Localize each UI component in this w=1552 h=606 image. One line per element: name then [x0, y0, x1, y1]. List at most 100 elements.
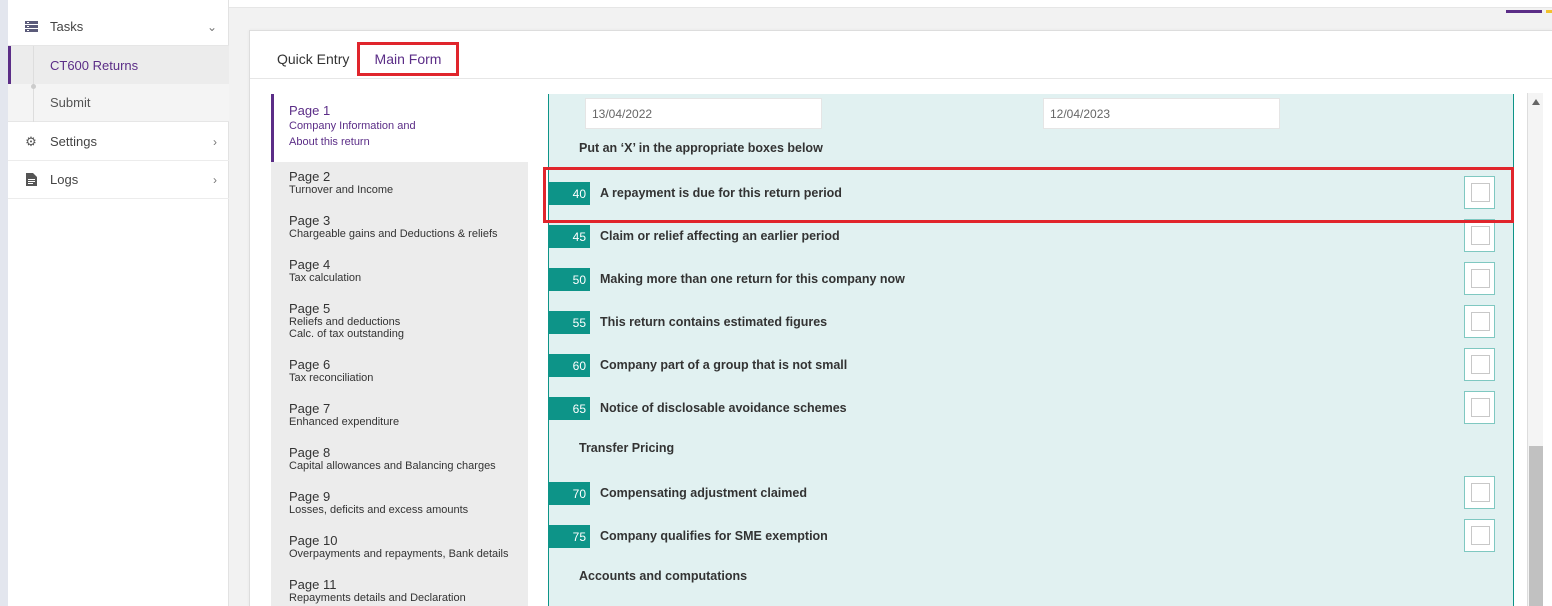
- page-title: Page 8: [289, 445, 331, 460]
- form-scrollbar[interactable]: [1527, 93, 1543, 606]
- page-subtitle: Company Information and About this retur…: [289, 120, 416, 148]
- page-item-2[interactable]: Page 2 Turnover and Income: [271, 169, 528, 196]
- sidebar-item-ct600-returns[interactable]: CT600 Returns: [8, 46, 229, 84]
- form-row-50: 50 Making more than one return for this …: [549, 262, 1513, 302]
- page-item-6[interactable]: Page 6 Tax reconciliation: [271, 357, 528, 384]
- page-item-9[interactable]: Page 9 Losses, deficits and excess amoun…: [271, 489, 528, 516]
- box-number: 70: [549, 482, 590, 505]
- box-number: 50: [549, 268, 590, 291]
- page-subtitle: Turnover and Income: [289, 184, 394, 196]
- form-row-65: 65 Notice of disclosable avoidance schem…: [549, 391, 1513, 431]
- page-item-10[interactable]: Page 10 Overpayments and repayments, Ban…: [271, 533, 528, 560]
- section-heading-transfer-pricing: Transfer Pricing: [579, 441, 675, 455]
- left-edge-strip: [0, 0, 8, 606]
- document-icon: [24, 173, 38, 187]
- box-50-checkbox[interactable]: [1464, 262, 1495, 295]
- submenu-tree-line: [31, 46, 36, 122]
- top-accent-bar: [1506, 10, 1542, 13]
- box-label: Making more than one return for this com…: [600, 272, 905, 286]
- box-number: 60: [549, 354, 590, 377]
- form-row-75: 75 Company qualifies for SME exemption: [549, 519, 1513, 559]
- page-title: Page 3: [289, 213, 331, 228]
- box-75-checkbox[interactable]: [1464, 519, 1495, 552]
- sidebar-item-submit[interactable]: Submit: [8, 84, 229, 122]
- pages-list: Page 1 Company Information and About thi…: [271, 94, 528, 606]
- sidebar-item-logs[interactable]: Logs ›: [8, 161, 229, 199]
- box-label: Company part of a group that is not smal…: [600, 358, 848, 372]
- form-row-55: 55 This return contains estimated figure…: [549, 305, 1513, 345]
- section-heading-boxes: Put an ‘X’ in the appropriate boxes belo…: [579, 141, 823, 155]
- box-label: Notice of disclosable avoidance schemes: [600, 401, 847, 415]
- tab-quick-entry[interactable]: Quick Entry: [277, 51, 349, 67]
- tab-main-form[interactable]: Main Form: [357, 42, 459, 76]
- sidebar-item-tasks-label: Tasks: [50, 19, 84, 34]
- page-title: Page 2: [289, 169, 331, 184]
- page-item-3[interactable]: Page 3 Chargeable gains and Deductions &…: [271, 213, 528, 240]
- main-panel: Quick Entry Main Form Page 1 Company Inf…: [249, 30, 1552, 606]
- page-subtitle: Overpayments and repayments, Bank detail…: [289, 548, 509, 560]
- page-subtitle: Enhanced expenditure: [289, 416, 400, 428]
- period-end-date-field[interactable]: 12/04/2023: [1043, 98, 1280, 129]
- chevron-down-icon: ⌄: [206, 19, 217, 34]
- page-subtitle: Tax calculation: [289, 272, 362, 284]
- page-subtitle: Losses, deficits and excess amounts: [289, 504, 469, 516]
- box-40-checkbox[interactable]: [1464, 176, 1495, 209]
- box-number: 45: [549, 225, 590, 248]
- page-title: Page 7: [289, 401, 331, 416]
- box-65-checkbox[interactable]: [1464, 391, 1495, 424]
- page-item-7[interactable]: Page 7 Enhanced expenditure: [271, 401, 528, 428]
- box-number: 40: [549, 182, 590, 205]
- chevron-right-icon: ›: [213, 172, 217, 187]
- form-row-60: 60 Company part of a group that is not s…: [549, 348, 1513, 388]
- page-item-8[interactable]: Page 8 Capital allowances and Balancing …: [271, 445, 528, 472]
- top-bar: [229, 0, 1552, 8]
- scroll-up-arrow-icon[interactable]: [1532, 99, 1540, 105]
- box-number: 55: [549, 311, 590, 334]
- sidebar-item-logs-label: Logs: [50, 172, 79, 187]
- box-number: 75: [549, 525, 590, 548]
- box-label: Company qualifies for SME exemption: [600, 529, 828, 543]
- sidebar-item-submit-label: Submit: [50, 95, 91, 110]
- sidebar-item-settings[interactable]: ⚙ Settings ›: [8, 123, 229, 161]
- page-title: Page 11: [289, 577, 337, 592]
- page-title: Page 1: [289, 103, 331, 118]
- main-form-area: 13/04/2022 12/04/2023 Put an ‘X’ in the …: [548, 94, 1514, 606]
- box-45-checkbox[interactable]: [1464, 219, 1495, 252]
- page-subtitle: Calc. of tax outstanding: [289, 328, 404, 340]
- sidebar-item-ct600-label: CT600 Returns: [50, 57, 139, 73]
- scrollbar-thumb[interactable]: [1529, 446, 1543, 606]
- page-subtitle: Chargeable gains and Deductions & relief…: [289, 228, 498, 240]
- page-subtitle: Reliefs and deductions: [289, 316, 401, 328]
- page-subtitle: Repayments details and Declaration: [289, 592, 466, 604]
- page-item-1[interactable]: Page 1 Company Information and About thi…: [271, 94, 528, 162]
- form-row-45: 45 Claim or relief affecting an earlier …: [549, 219, 1513, 259]
- period-start-date-field[interactable]: 13/04/2022: [585, 98, 822, 129]
- box-label: Compensating adjustment claimed: [600, 486, 807, 500]
- box-60-checkbox[interactable]: [1464, 348, 1495, 381]
- form-tabs: Quick Entry Main Form: [250, 31, 1552, 79]
- page-title: Page 5: [289, 301, 331, 316]
- section-heading-accounts: Accounts and computations: [579, 569, 748, 583]
- sidebar: Tasks ⌄ CT600 Returns Submit ⚙ Settings …: [8, 0, 229, 606]
- page-item-4[interactable]: Page 4 Tax calculation: [271, 257, 528, 284]
- box-number: 65: [549, 397, 590, 420]
- top-accent-bar-yellow: [1546, 10, 1552, 13]
- page-item-5[interactable]: Page 5 Reliefs and deductions Calc. of t…: [271, 301, 528, 340]
- page-item-11[interactable]: Page 11 Repayments details and Declarati…: [271, 577, 528, 604]
- page-title: Page 6: [289, 357, 331, 372]
- box-label: This return contains estimated figures: [600, 315, 828, 329]
- page-title: Page 4: [289, 257, 331, 272]
- box-label: A repayment is due for this return perio…: [600, 186, 842, 200]
- tasks-icon: [24, 20, 38, 34]
- box-70-checkbox[interactable]: [1464, 476, 1495, 509]
- page-subtitle: Tax reconciliation: [289, 372, 374, 384]
- sidebar-item-tasks[interactable]: Tasks ⌄: [8, 8, 229, 46]
- sidebar-item-settings-label: Settings: [50, 134, 97, 149]
- form-row-70: 70 Compensating adjustment claimed: [549, 476, 1513, 516]
- box-55-checkbox[interactable]: [1464, 305, 1495, 338]
- page-title: Page 9: [289, 489, 331, 504]
- box-label: Claim or relief affecting an earlier per…: [600, 229, 840, 243]
- page-title: Page 10: [289, 533, 338, 548]
- form-row-40: 40 A repayment is due for this return pe…: [549, 176, 1513, 216]
- gear-icon: ⚙: [25, 133, 37, 149]
